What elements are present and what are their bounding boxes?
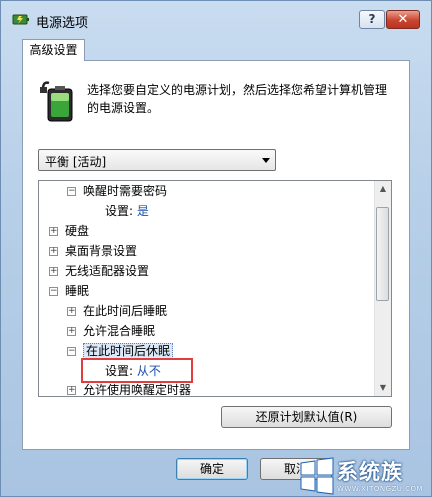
tree-item-label: 在此时间后睡眠 [83, 304, 168, 318]
restore-defaults-button[interactable]: 还原计划默认值(R) [221, 406, 392, 428]
battery-plug-icon [40, 81, 73, 122]
tree-item-setting-value[interactable]: 设置: 是 [105, 201, 149, 221]
tree-item-wireless-adapter[interactable]: + 无线适配器设置 [49, 261, 149, 281]
scrollbar-thumb[interactable] [376, 207, 389, 301]
setting-value-link[interactable]: 是 [137, 204, 149, 218]
vertical-scrollbar[interactable]: ▲ ▼ [374, 181, 391, 396]
annotation-highlight-box [81, 358, 193, 383]
tree-item-sleep-after[interactable]: + 在此时间后睡眠 [67, 301, 167, 321]
expand-toggle-icon[interactable]: + [67, 386, 76, 395]
collapse-toggle-icon[interactable]: − [49, 287, 58, 296]
power-options-window: 电源选项 ? ✕ 高级设置 选择您要自定义的电源计划，然后选择您希望计算机管理的… [0, 0, 432, 497]
chevron-down-icon [262, 158, 270, 163]
watermark-url: WWW.XITONGZU.COM [337, 485, 424, 493]
description-text: 选择您要自定义的电源计划，然后选择您希望计算机管理的电源设置。 [87, 83, 388, 115]
tree-item-label: 唤醒时需要密码 [83, 184, 168, 198]
tree-item-label: 硬盘 [65, 224, 90, 238]
tree-item-hard-disk[interactable]: + 硬盘 [49, 221, 89, 241]
tree-item-label: 睡眠 [65, 284, 90, 298]
expand-toggle-icon[interactable]: + [67, 307, 76, 316]
collapse-toggle-icon[interactable]: − [67, 347, 76, 356]
tree-item-desktop-background[interactable]: + 桌面背景设置 [49, 241, 137, 261]
tree-item-label: 允许使用唤醒定时器 [83, 383, 192, 397]
power-plan-dropdown[interactable]: 平衡 [活动] [38, 149, 276, 171]
watermark-brand: 系统族 [337, 460, 403, 484]
ok-button[interactable]: 确定 [176, 458, 248, 480]
site-watermark: 系统族 WWW.XITONGZU.COM [297, 455, 432, 498]
expand-toggle-icon[interactable]: + [67, 327, 76, 336]
setting-label: 设置: [105, 204, 134, 218]
tree-item-label: 桌面背景设置 [65, 244, 138, 258]
expand-toggle-icon[interactable]: + [49, 247, 58, 256]
expand-toggle-icon[interactable]: + [49, 267, 58, 276]
tree-item-label: 允许混合睡眠 [83, 324, 156, 338]
help-button[interactable]: ? [359, 10, 385, 29]
expand-toggle-icon[interactable]: + [49, 227, 58, 236]
tab-advanced-settings[interactable]: 高级设置 [22, 39, 85, 61]
tree-item-hybrid-sleep[interactable]: + 允许混合睡眠 [67, 321, 155, 341]
tree-item-label-selected: 在此时间后休眠 [83, 343, 174, 359]
tree-item-wake-password[interactable]: − 唤醒时需要密码 [67, 181, 167, 201]
windows-logo-icon [300, 457, 334, 495]
scroll-up-icon[interactable]: ▲ [375, 181, 391, 197]
power-plan-value: 平衡 [活动] [45, 155, 107, 169]
tree-item-label: 无线适配器设置 [65, 264, 150, 278]
window-title: 电源选项 [36, 16, 89, 31]
tree-item-sleep[interactable]: − 睡眠 [49, 281, 89, 301]
close-button[interactable]: ✕ [386, 10, 420, 29]
power-options-icon [12, 14, 29, 25]
title-bar[interactable]: 电源选项 ? ✕ [1, 1, 431, 35]
collapse-toggle-icon[interactable]: − [67, 187, 76, 196]
scroll-down-icon[interactable]: ▼ [375, 380, 391, 396]
